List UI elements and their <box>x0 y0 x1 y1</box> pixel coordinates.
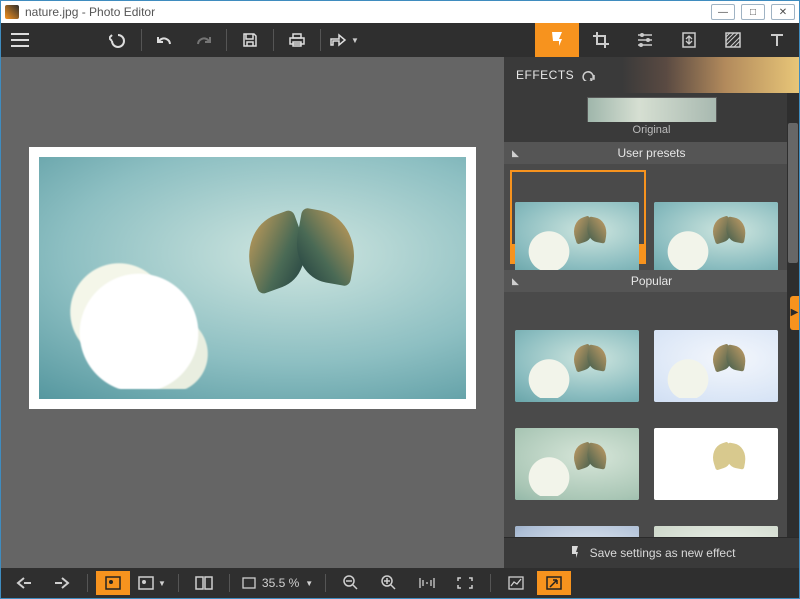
flask-icon <box>568 544 582 562</box>
section-user-presets[interactable]: ◣ User presets <box>504 142 799 164</box>
zoom-out-button[interactable] <box>334 571 368 595</box>
preset-angel[interactable]: Angel <box>650 396 786 490</box>
preset-blue-summer[interactable]: Blue Summer <box>510 298 646 392</box>
titlebar: nature.jpg - Photo Editor — □ ✕ <box>1 1 799 23</box>
preset-row3b[interactable] <box>650 494 786 537</box>
canvas-area[interactable] <box>1 57 504 568</box>
image-icon <box>242 577 256 589</box>
save-effect-button[interactable]: Save settings as new effect <box>504 537 799 568</box>
maximize-button[interactable]: □ <box>741 4 765 20</box>
tab-resize[interactable] <box>667 23 711 57</box>
preset-untitled[interactable]: Untitled Preset <box>510 170 646 264</box>
minimize-button[interactable]: — <box>711 4 735 20</box>
collapse-icon: ◣ <box>512 148 519 159</box>
zoom-in-button[interactable] <box>372 571 406 595</box>
panel-title: EFFECTS <box>516 68 574 82</box>
undo-button[interactable] <box>146 23 184 57</box>
zoom-fit-button[interactable] <box>448 571 482 595</box>
tab-crop[interactable] <box>579 23 623 57</box>
preset-original-label: Original <box>633 122 671 136</box>
tab-text[interactable] <box>755 23 799 57</box>
undo-all-button[interactable] <box>99 23 137 57</box>
statusbar: ▼ 35.5 % ▼ <box>1 568 799 598</box>
image-canvas <box>29 147 476 409</box>
preset-nashville[interactable]: Nashville <box>510 396 646 490</box>
section-popular[interactable]: ◣ Popular <box>504 270 799 292</box>
zoom-actual-button[interactable] <box>410 571 444 595</box>
preset-happiness[interactable]: Happiness <box>650 298 786 392</box>
share-button[interactable]: ▼ <box>325 23 363 57</box>
zoom-display[interactable]: 35.5 % ▼ <box>238 571 317 595</box>
save-button[interactable] <box>231 23 269 57</box>
panel-header: EFFECTS <box>504 57 799 93</box>
print-button[interactable] <box>278 23 316 57</box>
histogram-button[interactable] <box>499 571 533 595</box>
collapse-icon: ◣ <box>512 276 519 287</box>
tab-effects[interactable] <box>535 23 579 57</box>
tab-adjust[interactable] <box>623 23 667 57</box>
header-decoration <box>687 59 787 91</box>
redo-button[interactable] <box>184 23 222 57</box>
app-logo <box>5 5 19 19</box>
window-title: nature.jpg - Photo Editor <box>25 5 155 19</box>
scrollbar-thumb[interactable] <box>788 123 798 263</box>
tab-texture[interactable] <box>711 23 755 57</box>
view-single-button[interactable] <box>96 571 130 595</box>
preset-untitled-2[interactable]: Untitled Preset (2) <box>650 170 786 264</box>
preset-original[interactable] <box>587 97 717 122</box>
navigator-button[interactable] <box>537 571 571 595</box>
view-compare-button[interactable]: ▼ <box>134 571 170 595</box>
next-image-button[interactable] <box>45 571 79 595</box>
view-split-button[interactable] <box>187 571 221 595</box>
expand-panel-button[interactable]: ▶ <box>790 296 799 330</box>
close-button[interactable]: ✕ <box>771 4 795 20</box>
main-toolbar: ▼ <box>1 23 799 57</box>
reset-effects-button[interactable] <box>582 69 596 81</box>
prev-image-button[interactable] <box>7 571 41 595</box>
menu-button[interactable] <box>1 23 39 57</box>
preset-row3a[interactable] <box>510 494 646 537</box>
effects-sidebar: EFFECTS Original ◣ User presets <box>504 57 799 568</box>
